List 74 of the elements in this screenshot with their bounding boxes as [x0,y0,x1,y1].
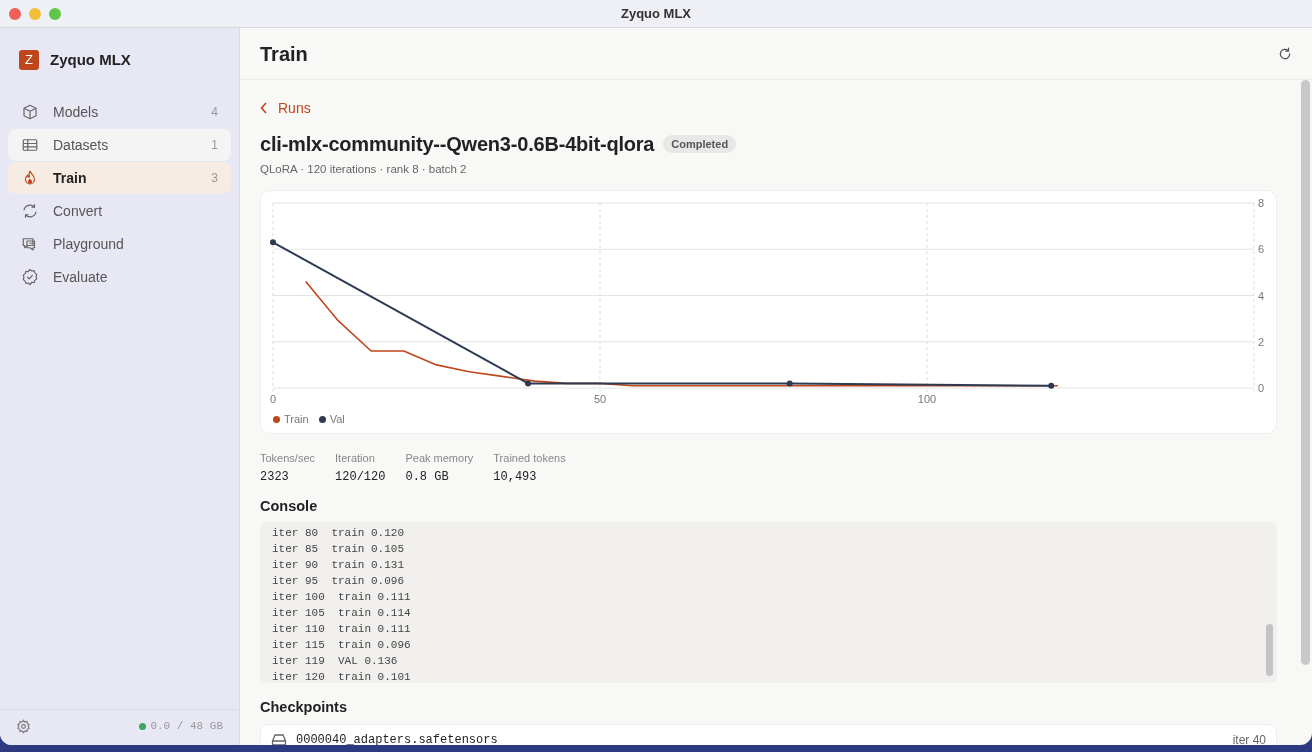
back-link[interactable]: Runs [260,100,311,116]
stat-label: Trained tokens [493,451,566,467]
sidebar-item[interactable]: Evaluate [8,261,231,293]
minimize-window-button[interactable] [29,8,41,20]
console-line: iter 105 train 0.114 [272,605,412,621]
sidebar-item[interactable]: Models 4 [8,96,231,128]
chevron-left-icon [260,102,268,114]
console-line: iter 110 train 0.111 [272,621,412,637]
x-tick-label: 0 [269,393,277,406]
data-point [525,380,532,387]
stat-value: 0.8 GB [405,468,450,486]
scrollbar[interactable] [1301,80,1310,665]
y-tick-label: 0 [1258,382,1265,395]
checkpoint-iteration: iter 40 [1232,732,1266,745]
badge-check-icon [21,268,39,286]
sidebar-label: Models [53,102,100,122]
status-badge: Completed [663,135,737,153]
x-tick-label: 100 [917,393,937,406]
console-line: iter 85 train 0.105 [272,541,406,557]
app-name: Zyquo MLX [50,49,131,70]
data-point [786,380,793,387]
drive-icon [271,733,287,745]
page-title: Train [260,41,308,67]
y-tick-label: 4 [1258,289,1265,302]
table-icon [21,136,39,154]
legend-label: Train [284,412,309,428]
zoom-window-button[interactable] [49,8,61,20]
legend-label: Val [329,412,345,428]
sidebar-item[interactable]: Train 3 [8,162,231,194]
stat-value: 120/120 [335,468,386,486]
sidebar-label: Evaluate [53,267,109,287]
y-tick-label: 2 [1258,336,1265,348]
x-tick-label: 50 [593,393,607,406]
run-title: cli-mlx-community--Qwen3-0.6B-4bit-qlora [260,132,655,157]
console-line: iter 115 train 0.096 [272,637,412,653]
console-line: iter 119 VAL 0.136 [272,653,399,669]
section-title: Console [260,496,319,516]
sidebar-item[interactable]: Playground [8,228,231,260]
sidebar-item[interactable]: Convert [8,195,231,227]
refresh-icon[interactable] [1278,46,1292,61]
stat-value: 10,493 [493,468,538,486]
data-point [1048,382,1055,389]
sidebar-item[interactable]: Datasets 1 [8,129,231,161]
sidebar-label: Datasets [53,135,110,155]
item-count: 3 [211,170,218,187]
memory-usage: 0.0 / 48 GB [150,719,223,735]
window-title: Zyquo MLX [620,4,691,23]
scrollbar[interactable] [1266,623,1273,676]
sidebar-label: Convert [53,201,104,221]
y-tick-label: 6 [1258,243,1265,256]
console-line: iter 100 train 0.111 [272,589,412,605]
item-count: 1 [211,137,218,154]
checkpoint-file: 0000040_adapters.safetensors [296,732,499,745]
console-line: iter 120 train 0.101 [272,669,412,683]
sidebar-label: Train [53,168,88,188]
sidebar-label: Playground [53,234,125,254]
refresh-icon [21,202,39,220]
checkpoint-row[interactable]: 0000040_adapters.safetensors iter 40 [260,724,1277,745]
close-window-button[interactable] [9,8,21,20]
console-line: iter 95 train 0.096 [272,573,406,589]
stat-label: Peak memory [405,451,474,467]
settings-icon[interactable] [16,719,31,734]
stat-label: Iteration [335,451,376,467]
item-count: 4 [211,104,218,121]
console-line: iter 90 train 0.131 [272,557,406,573]
section-title: Checkpoints [260,697,348,717]
run-summary: QLoRA · 120 iterations · rank 8 · batch 2 [260,162,468,177]
stat-label: Tokens/sec [260,451,316,467]
cube-icon [21,103,39,121]
app-logo: Z [19,50,39,70]
stat-value: 2323 [260,468,290,486]
console-line: iter 80 train 0.120 [272,525,406,541]
data-point [270,239,276,246]
y-tick-label: 8 [1258,197,1265,210]
